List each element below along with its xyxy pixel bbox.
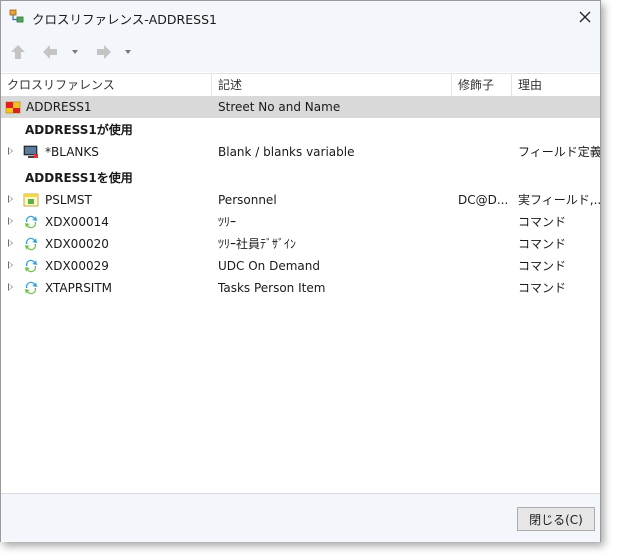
close-dialog-button[interactable]: 閉じる(C) <box>517 507 595 531</box>
table-icon <box>23 193 39 207</box>
cross-reference-window: クロスリファレンス-ADDRESS1 クロスリファレンス 記述 修飾子 理由 A… <box>0 0 601 542</box>
command-icon <box>25 237 37 251</box>
command-icon <box>25 259 37 273</box>
item-name: XDX00014 <box>45 215 109 229</box>
forward-button[interactable] <box>95 42 113 62</box>
monitor-icon <box>23 145 38 158</box>
item-reason: コマンド <box>518 259 567 273</box>
root-description: Street No and Name <box>218 100 341 114</box>
column-header-description[interactable]: 記述 <box>218 74 242 97</box>
back-button[interactable] <box>41 42 59 62</box>
item-description: UDC On Demand <box>218 259 320 273</box>
item-description: Personnel <box>218 193 277 207</box>
item-name: XDX00020 <box>45 237 109 251</box>
group-label: ADDRESS1を使用 <box>25 171 133 185</box>
group-label: ADDRESS1が使用 <box>25 123 133 137</box>
expand-arrow-icon[interactable] <box>8 283 13 291</box>
window-close-button[interactable] <box>570 1 600 32</box>
expand-arrow-icon[interactable] <box>8 239 13 247</box>
tree-row[interactable]: *BLANKS Blank / blanks variable フィールド定義 <box>1 141 600 163</box>
column-header: クロスリファレンス 記述 修飾子 理由 <box>1 73 600 98</box>
field-icon <box>5 101 21 114</box>
window-title: クロスリファレンス-ADDRESS1 <box>32 12 217 27</box>
item-reason: コマンド <box>518 215 567 229</box>
expand-arrow-icon[interactable] <box>8 147 13 155</box>
group-header-used-by: ADDRESS1が使用 <box>1 119 600 141</box>
item-description: ﾂﾘｰ社員ﾃﾞｻﾞｲﾝ <box>218 237 297 251</box>
tree-row[interactable]: XTAPRSITM Tasks Person Item コマンド <box>1 277 600 299</box>
expand-arrow-icon[interactable] <box>8 195 13 203</box>
dropdown-arrow-icon <box>125 50 131 54</box>
item-reason: コマンド <box>518 237 567 251</box>
root-row[interactable]: ADDRESS1 Street No and Name <box>1 96 600 118</box>
group-header-uses: ADDRESS1を使用 <box>1 167 600 189</box>
item-reason: 実フィールド,... <box>518 193 600 207</box>
column-header-xref[interactable]: クロスリファレンス <box>7 74 115 97</box>
command-icon <box>25 281 37 295</box>
column-divider[interactable] <box>211 74 212 97</box>
item-name: *BLANKS <box>45 145 99 159</box>
tree-row[interactable]: XDX00014 ﾂﾘｰ コマンド <box>1 211 600 233</box>
item-modifier <box>458 141 508 163</box>
forward-history-dropdown[interactable] <box>123 42 133 62</box>
item-modifier: DC@D... <box>458 193 508 207</box>
item-description: ﾂﾘｰ <box>218 215 237 229</box>
dialog-footer: 閉じる(C) <box>1 493 600 542</box>
tree-row[interactable]: XDX00020 ﾂﾘｰ社員ﾃﾞｻﾞｲﾝ コマンド <box>1 233 600 255</box>
root-name: ADDRESS1 <box>26 100 92 114</box>
column-header-modifier[interactable]: 修飾子 <box>458 74 494 97</box>
item-name: XDX00029 <box>45 259 109 273</box>
column-divider[interactable] <box>511 74 512 97</box>
command-icon <box>25 215 37 229</box>
expand-arrow-icon[interactable] <box>8 217 13 225</box>
close-icon <box>579 11 591 22</box>
item-description: Blank / blanks variable <box>218 145 355 159</box>
item-reason: フィールド定義 <box>518 145 600 159</box>
back-history-dropdown[interactable] <box>70 42 80 62</box>
column-header-reason[interactable]: 理由 <box>518 74 542 97</box>
dropdown-arrow-icon <box>72 50 78 54</box>
expand-arrow-icon[interactable] <box>8 261 13 269</box>
up-button[interactable] <box>9 42 27 62</box>
item-name: PSLMST <box>45 193 92 207</box>
item-description: Tasks Person Item <box>218 281 326 295</box>
back-arrow-icon <box>43 45 57 59</box>
forward-arrow-icon <box>97 45 111 59</box>
tree-row[interactable]: PSLMST Personnel DC@D... 実フィールド,... <box>1 189 600 211</box>
item-name: XTAPRSITM <box>45 281 113 295</box>
toolbar <box>1 32 600 72</box>
title-bar: クロスリファレンス-ADDRESS1 <box>1 1 600 32</box>
cross-reference-icon <box>9 9 24 23</box>
column-divider[interactable] <box>451 74 452 97</box>
item-reason: コマンド <box>518 281 567 295</box>
tree-row[interactable]: XDX00029 UDC On Demand コマンド <box>1 255 600 277</box>
up-arrow-icon <box>11 45 25 59</box>
